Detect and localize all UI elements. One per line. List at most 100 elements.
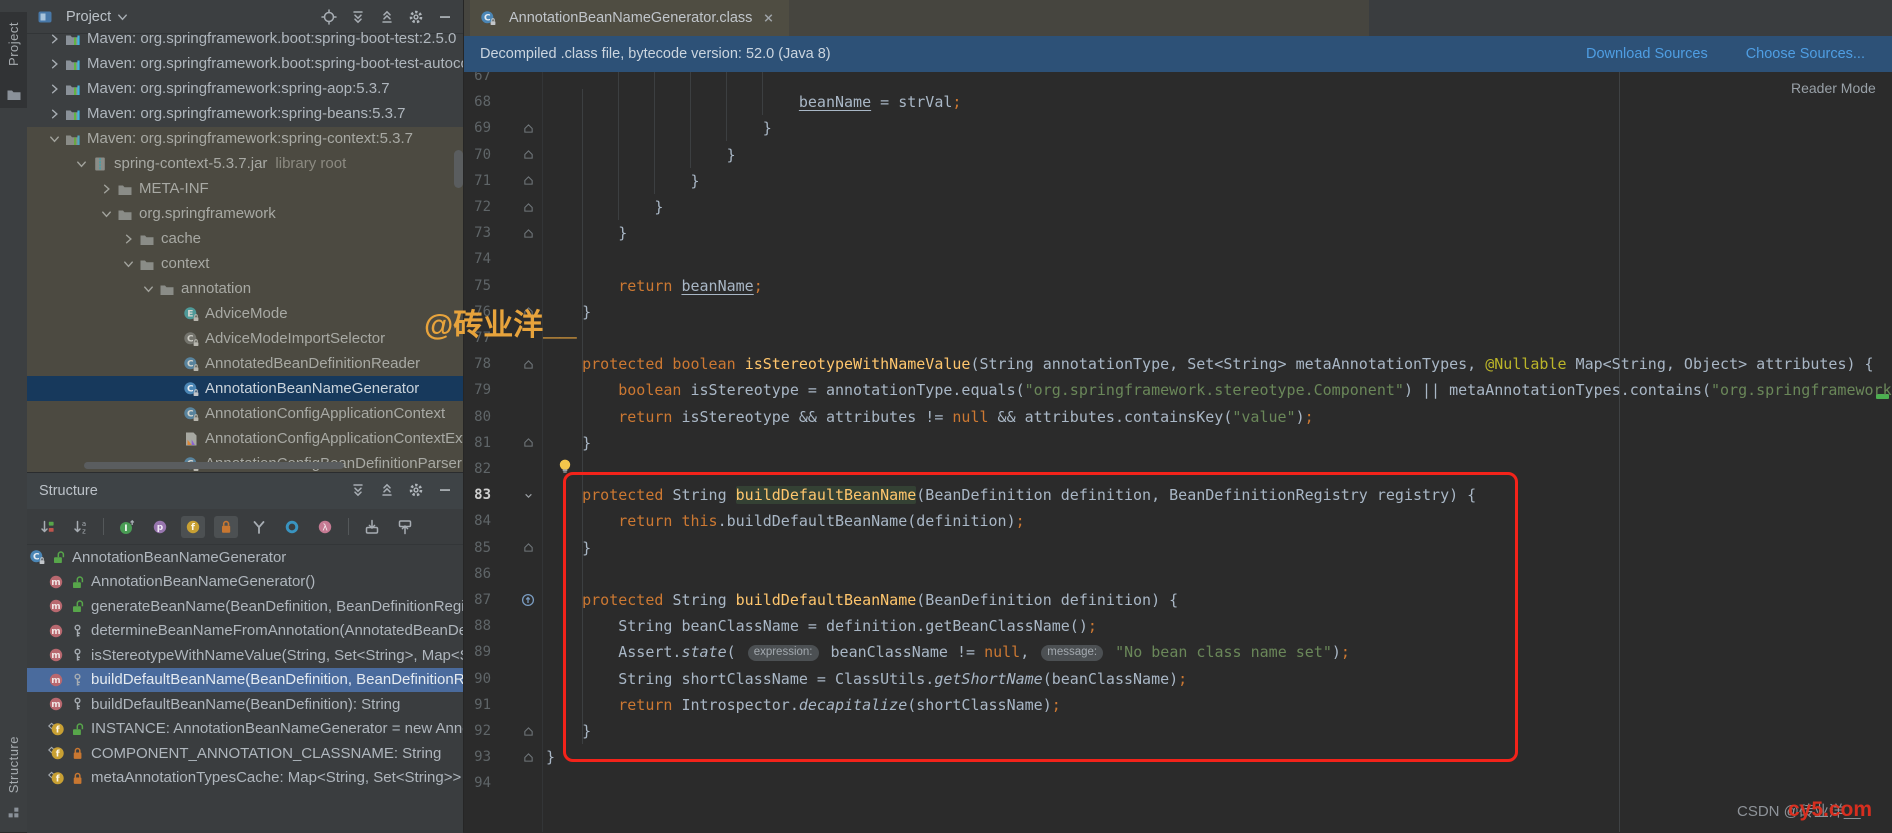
code-token: (beanClassName)	[1043, 670, 1178, 688]
project-tree-item[interactable]: Maven: org.springframework:spring-beans:…	[27, 101, 463, 126]
chevron-right-icon[interactable]	[99, 181, 114, 196]
structure-item[interactable]: mgenerateBeanName(BeanDefinition, BeanDe…	[27, 594, 463, 619]
chevron-right-icon[interactable]	[47, 106, 62, 121]
sort-alphabetically-button[interactable]: az	[68, 516, 92, 538]
structure-item[interactable]: fmetaAnnotationTypesCache: Map<String, S…	[27, 766, 463, 791]
project-tree-item[interactable]: spring-context-5.3.7.jarlibrary root	[27, 151, 463, 176]
code-viewport[interactable]: 6768 beanName = strVal;69 }70 }71 }72 }7…	[464, 72, 1892, 832]
show-anonymous-classes-button[interactable]	[280, 516, 304, 538]
fold-marker-icon[interactable]	[519, 718, 537, 744]
download-sources-link[interactable]: Download Sources	[1586, 46, 1708, 62]
settings-icon[interactable]	[408, 482, 424, 498]
code-text: }	[546, 744, 555, 770]
method-icon: m	[48, 623, 64, 639]
show-fields-button[interactable]: f	[181, 516, 205, 538]
chevron-down-icon[interactable]	[74, 156, 89, 171]
method-icon: m	[48, 574, 64, 590]
project-tree-item[interactable]: Maven: org.springframework:spring-contex…	[27, 126, 463, 151]
structure-item[interactable]: fINSTANCE: AnnotationBeanNameGenerator =…	[27, 717, 463, 742]
fold-marker-icon[interactable]	[519, 194, 537, 220]
filter-methods-button[interactable]	[247, 516, 271, 538]
chevron-right-icon[interactable]	[47, 81, 62, 96]
code-line: 67	[464, 72, 1892, 90]
chevron-down-icon[interactable]	[141, 281, 156, 296]
structure-item-label: metaAnnotationTypesCache: Map<String, Se…	[91, 769, 461, 786]
collapse-all-icon[interactable]	[379, 9, 395, 25]
structure-item[interactable]: misStereotypeWithNameValue(String, Set<S…	[27, 643, 463, 668]
fold-marker-icon[interactable]	[519, 744, 537, 770]
code-token: Map<String, Object> attributes) {	[1567, 355, 1874, 373]
code-line: 90 String shortClassName = ClassUtils.ge…	[464, 666, 1892, 693]
chevron-down-icon[interactable]	[121, 256, 136, 271]
project-tree-item[interactable]: org.springframework	[27, 201, 463, 226]
fold-marker-icon[interactable]	[519, 351, 537, 377]
collapse-all-icon[interactable]	[379, 482, 395, 498]
decompiled-banner: Decompiled .class file, bytecode version…	[464, 36, 1892, 72]
code-line: 75 return beanName;	[464, 273, 1892, 300]
project-tree-item[interactable]: Maven: org.springframework.boot:spring-b…	[27, 26, 463, 51]
folder-icon	[139, 256, 155, 272]
project-tree-item[interactable]: EAdviceMode	[27, 301, 463, 326]
project-tree-item[interactable]: context	[27, 251, 463, 276]
structure-item[interactable]: mbuildDefaultBeanName(BeanDefinition, Be…	[27, 668, 463, 693]
chevron-down-icon[interactable]	[99, 206, 114, 221]
chevron-right-icon[interactable]	[47, 31, 62, 46]
project-tree-item[interactable]: CAnnotationBeanNameGenerator	[27, 376, 463, 401]
fold-marker-icon[interactable]	[519, 220, 537, 246]
code-line: 86	[464, 561, 1892, 588]
code-token: }	[546, 722, 591, 740]
stripe-project-button[interactable]: Project	[6, 22, 21, 66]
locate-icon[interactable]	[321, 9, 337, 25]
tree-item-label: context	[161, 255, 209, 272]
expand-all-icon[interactable]	[350, 482, 366, 498]
project-tree-item[interactable]: META-INF	[27, 176, 463, 201]
choose-sources-link[interactable]: Choose Sources...	[1746, 46, 1865, 62]
project-vertical-scrollbar[interactable]	[454, 150, 463, 188]
fold-marker-icon[interactable]	[519, 115, 537, 141]
show-inherited-button[interactable]: I	[115, 516, 139, 538]
project-tree-item[interactable]: CAnnotationConfigApplicationContext	[27, 401, 463, 426]
chevron-down-icon[interactable]	[47, 131, 62, 146]
show-lambdas-button[interactable]: λ	[313, 516, 337, 538]
code-token	[546, 643, 618, 661]
project-tree-item[interactable]: annotation	[27, 276, 463, 301]
project-tree-item[interactable]: cache	[27, 226, 463, 251]
project-horizontal-scrollbar[interactable]	[84, 462, 344, 469]
expand-all-icon[interactable]	[350, 9, 366, 25]
code-token	[546, 591, 582, 609]
fold-marker-icon[interactable]	[519, 430, 537, 456]
stripe-structure-button[interactable]: Structure	[6, 736, 21, 793]
fold-marker-icon[interactable]	[519, 535, 537, 561]
override-marker-icon[interactable]	[519, 587, 537, 613]
chevron-right-icon[interactable]	[121, 231, 136, 246]
structure-item[interactable]: mdetermineBeanNameFromAnnotation(Annotat…	[27, 619, 463, 644]
chevron-down-icon[interactable]	[115, 9, 130, 24]
structure-item[interactable]: mbuildDefaultBeanName(BeanDefinition): S…	[27, 692, 463, 717]
autoscroll-from-source-button[interactable]	[393, 516, 417, 538]
project-tree-item[interactable]: AnnotationConfigApplicationContextExtens…	[27, 426, 463, 451]
fold-marker-icon[interactable]	[519, 168, 537, 194]
chevron-right-icon[interactable]	[47, 56, 62, 71]
project-tree-item[interactable]: Maven: org.springframework.boot:spring-b…	[27, 51, 463, 76]
editor-tab[interactable]: C AnnotationBeanNameGenerator.class	[470, 0, 789, 36]
editor-tab-label[interactable]: AnnotationBeanNameGenerator.class	[509, 10, 752, 26]
code-token: Introspector.	[681, 696, 798, 714]
show-non-public-button[interactable]	[214, 516, 238, 538]
hide-icon[interactable]	[437, 482, 453, 498]
structure-item[interactable]: fCOMPONENT_ANNOTATION_CLASSNAME: String	[27, 741, 463, 766]
close-icon[interactable]	[761, 11, 776, 26]
project-tree-item[interactable]: Maven: org.springframework:spring-aop:5.…	[27, 76, 463, 101]
hide-icon[interactable]	[437, 9, 453, 25]
structure-item[interactable]: mAnnotationBeanNameGenerator()	[27, 570, 463, 595]
sort-by-visibility-button[interactable]	[35, 516, 59, 538]
project-tree-item[interactable]: CAnnotatedBeanDefinitionReader	[27, 351, 463, 376]
autoscroll-to-source-button[interactable]	[360, 516, 384, 538]
project-tree-item[interactable]: CAdviceModeImportSelector	[27, 326, 463, 351]
show-properties-button[interactable]: p	[148, 516, 172, 538]
structure-item[interactable]: CAnnotationBeanNameGenerator	[27, 545, 463, 570]
fold-chevron-icon[interactable]	[519, 482, 537, 508]
fold-marker-icon[interactable]	[519, 142, 537, 168]
intention-bulb-icon[interactable]	[557, 458, 574, 475]
settings-icon[interactable]	[408, 9, 424, 25]
project-panel-title[interactable]: Project	[66, 9, 111, 25]
